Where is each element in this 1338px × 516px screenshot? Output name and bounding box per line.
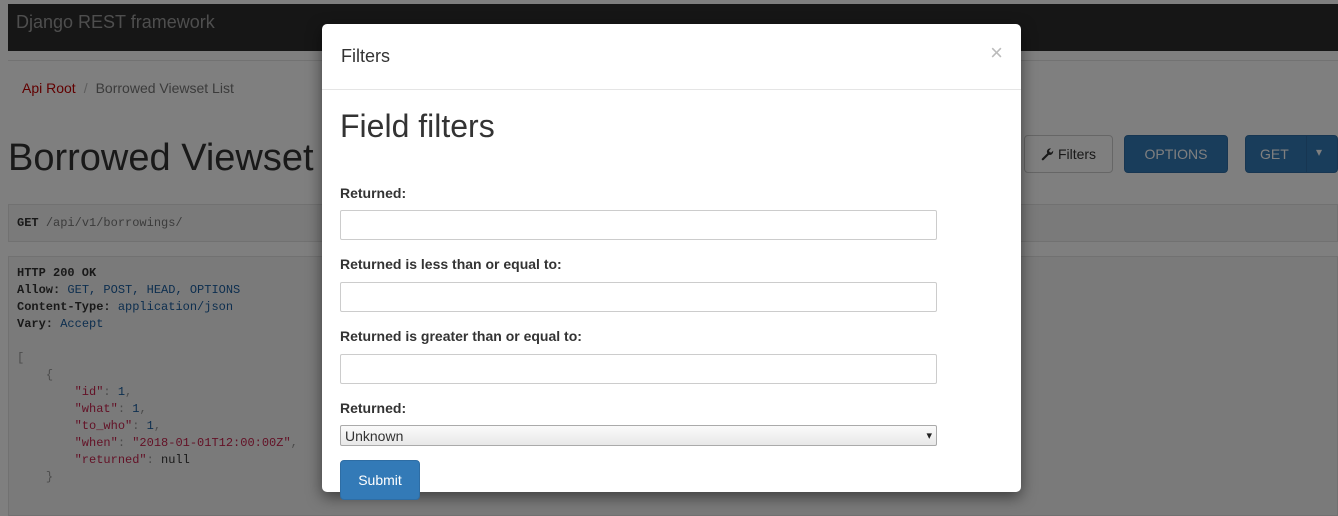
returned-select[interactable]: Unknown ▾ bbox=[340, 425, 937, 446]
returned-lte-label: Returned is less than or equal to: bbox=[340, 256, 562, 272]
returned-select-label: Returned: bbox=[340, 400, 407, 416]
submit-button[interactable]: Submit bbox=[340, 460, 420, 500]
returned-select-value: Unknown bbox=[345, 427, 404, 444]
returned-input[interactable] bbox=[340, 210, 937, 240]
modal-header: Filters × bbox=[322, 24, 1021, 90]
returned-gte-input[interactable] bbox=[340, 354, 937, 384]
close-icon[interactable]: × bbox=[990, 40, 1003, 66]
modal-title: Filters bbox=[341, 46, 390, 66]
select-arrow-icon: ▾ bbox=[926, 430, 932, 442]
filters-modal: Filters × Field filters Returned: Return… bbox=[322, 24, 1021, 500]
returned-lte-input[interactable] bbox=[340, 282, 937, 312]
returned-gte-label: Returned is greater than or equal to: bbox=[340, 328, 582, 344]
field-filters-heading: Field filters bbox=[340, 108, 495, 144]
returned-label: Returned: bbox=[340, 185, 407, 201]
